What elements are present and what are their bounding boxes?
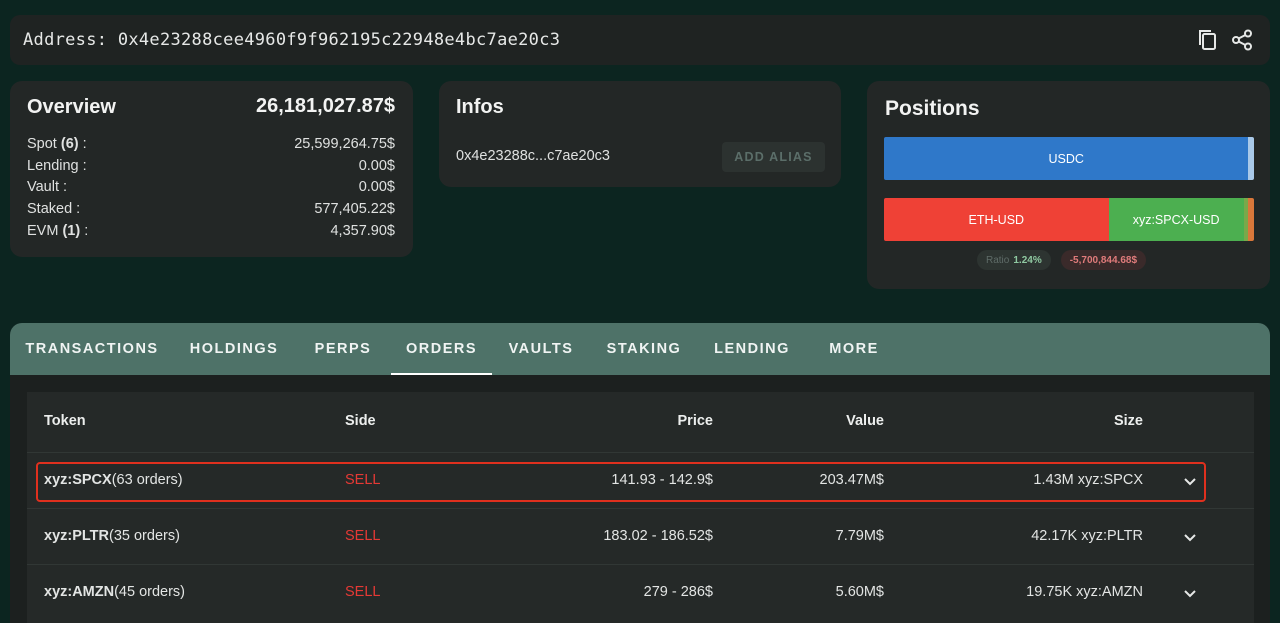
overview-suffix: : xyxy=(80,222,89,239)
order-count: (45 orders) xyxy=(114,584,186,600)
column-header-token[interactable]: Token xyxy=(44,413,86,429)
overview-row-vault: Vault : 0.00$ xyxy=(27,177,395,199)
token-symbol: xyz:AMZN xyxy=(44,584,115,600)
positions-card: Positions USDC ETH-USD xyz:SPCX-USD Ratio… xyxy=(867,81,1270,289)
overview-label: EVM xyxy=(27,222,59,239)
overview-row-lending: Lending : 0.00$ xyxy=(27,156,395,178)
row-value: 7.79M$ xyxy=(835,528,884,544)
overview-suffix: : xyxy=(72,201,81,218)
token-symbol: xyz:SPCX xyxy=(44,472,112,488)
overview-count: (1) xyxy=(62,222,81,239)
row-side: SELL xyxy=(345,472,381,488)
row-price: 141.93 - 142.9$ xyxy=(611,472,713,488)
chevron-down-icon[interactable] xyxy=(1181,472,1199,490)
row-value: 203.47M$ xyxy=(819,472,885,488)
tab-more[interactable]: MORE xyxy=(806,323,902,375)
address-bar: Address: 0x4e23288cee4960f9f962195c22948… xyxy=(10,15,1270,65)
tab-holdings[interactable]: HOLDINGS xyxy=(174,323,294,375)
row-price: 279 - 286$ xyxy=(643,584,713,600)
overview-value: 0.00$ xyxy=(358,157,395,174)
overview-row-staked: Staked : 577,405.22$ xyxy=(27,199,395,221)
overview-rows: Spot (6) : 25,599,264.75$ Lending : 0.00… xyxy=(27,134,395,242)
column-header-price[interactable]: Price xyxy=(678,413,713,429)
overview-row-evm: EVM (1) : 4,357.90$ xyxy=(27,221,395,243)
overview-value: 25,599,264.75$ xyxy=(294,136,395,152)
order-count: (63 orders) xyxy=(111,472,183,488)
row-size: 42.17K xyz:PLTR xyxy=(1031,528,1143,544)
tab-transactions[interactable]: TRANSACTIONS xyxy=(10,323,174,375)
order-count: (35 orders) xyxy=(109,528,180,544)
address-text: Address: 0x4e23288cee4960f9f962195c22948… xyxy=(23,30,561,50)
overview-label: Spot xyxy=(27,136,57,152)
table-row[interactable]: xyz:PLTR(35 orders) SELL 183.02 - 186.52… xyxy=(27,508,1254,564)
perp-segment-3[interactable] xyxy=(1248,198,1254,241)
ratio-chip: Ratio 1.24% xyxy=(977,250,1051,270)
tab-perps[interactable]: PERPS xyxy=(294,323,392,375)
overview-count: (6) xyxy=(60,136,79,152)
row-price: 183.02 - 186.52$ xyxy=(603,528,713,544)
tabs-panel: TRANSACTIONS HOLDINGS PERPS ORDERS VAULT… xyxy=(10,323,1270,623)
tab-staking[interactable]: STAKING xyxy=(590,323,698,375)
row-value: 5.60M$ xyxy=(835,584,884,600)
perp-segment-eth-usd[interactable]: ETH-USD xyxy=(884,198,1109,241)
overview-total: 26,181,027.87$ xyxy=(255,95,395,117)
perp-segment-xyz-spcx-usd[interactable]: xyz:SPCX-USD xyxy=(1108,198,1244,241)
spot-segment-1[interactable] xyxy=(1248,137,1254,180)
overview-value: 4,357.90$ xyxy=(330,222,395,239)
spot-segment-usdc[interactable]: USDC xyxy=(884,137,1249,180)
ratio-label: Ratio xyxy=(986,254,1010,266)
overview-suffix: : xyxy=(58,179,68,196)
token-symbol: xyz:PLTR xyxy=(44,528,109,544)
infos-card: Infos 0x4e23288c...c7ae20c3 ADD ALIAS xyxy=(439,81,841,187)
ratio-value: 1.24% xyxy=(1013,254,1042,266)
overview-title: Overview xyxy=(27,96,116,118)
add-alias-button[interactable]: ADD ALIAS xyxy=(722,142,825,172)
column-header-side[interactable]: Side xyxy=(345,413,376,429)
column-header-size[interactable]: Size xyxy=(1114,413,1143,429)
row-side: SELL xyxy=(345,584,381,600)
perp-allocation-bar: ETH-USD xyz:SPCX-USD xyxy=(884,198,1254,241)
spot-allocation-bar: USDC xyxy=(884,137,1254,180)
overview-row-spot: Spot (6) : 25,599,264.75$ xyxy=(27,134,395,156)
positions-title: Positions xyxy=(885,97,980,120)
infos-title: Infos xyxy=(456,96,504,118)
table-row[interactable]: xyz:SPCX(63 orders) SELL 141.93 - 142.9$… xyxy=(27,452,1254,508)
row-token: xyz:PLTR(35 orders) xyxy=(44,528,180,544)
chevron-down-icon[interactable] xyxy=(1181,528,1199,546)
row-token: xyz:SPCX(63 orders) xyxy=(44,472,183,488)
overview-card: Overview 26,181,027.87$ Spot (6) : 25,59… xyxy=(10,81,413,257)
row-size: 19.75K xyz:AMZN xyxy=(1026,584,1143,600)
table-row[interactable]: xyz:AMZN(45 orders) SELL 279 - 286$ 5.60… xyxy=(27,564,1254,620)
overview-label: Staked xyxy=(27,201,73,218)
table-header: Token Side Price Value Size xyxy=(27,392,1254,452)
tab-vaults[interactable]: VAULTS xyxy=(492,323,590,375)
overview-value: 577,405.22$ xyxy=(314,201,395,218)
overview-label: Vault xyxy=(27,179,59,196)
column-header-value[interactable]: Value xyxy=(846,413,884,429)
row-size: 1.43M xyz:SPCX xyxy=(1033,472,1143,488)
overview-label: Lending xyxy=(27,157,79,174)
overview-suffix: : xyxy=(78,157,87,174)
tab-bar: TRANSACTIONS HOLDINGS PERPS ORDERS VAULT… xyxy=(10,323,1270,375)
orders-table: Token Side Price Value Size xyz:SPCX(63 … xyxy=(27,392,1254,623)
overview-suffix: : xyxy=(78,136,87,152)
chevron-down-icon[interactable] xyxy=(1181,584,1199,602)
tab-orders[interactable]: ORDERS xyxy=(391,323,492,375)
positions-chips: Ratio 1.24% -5,700,844.68$ xyxy=(977,250,1146,270)
short-address: 0x4e23288c...c7ae20c3 xyxy=(456,148,610,164)
overview-value: 0.00$ xyxy=(358,179,395,196)
pnl-chip: -5,700,844.68$ xyxy=(1060,250,1146,270)
share-icon[interactable] xyxy=(1229,27,1255,53)
copy-icon[interactable] xyxy=(1195,27,1221,53)
row-token: xyz:AMZN(45 orders) xyxy=(44,584,185,600)
tab-lending[interactable]: LENDING xyxy=(698,323,806,375)
row-side: SELL xyxy=(345,528,381,544)
